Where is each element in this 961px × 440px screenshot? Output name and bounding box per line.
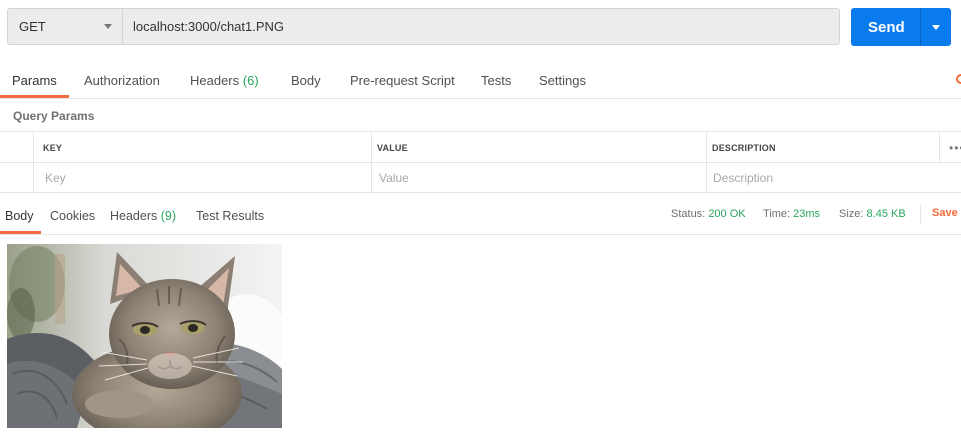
size-label: Size:: [839, 208, 864, 220]
status-value: 200 OK: [708, 208, 746, 220]
tab-count: (6): [242, 73, 259, 88]
tab-label: Params: [12, 73, 57, 88]
param-key-input[interactable]: [45, 163, 365, 192]
active-tab-indicator: [0, 95, 69, 98]
url-input[interactable]: [124, 9, 838, 44]
tab-label: Headers: [190, 73, 240, 88]
tab-tests[interactable]: Tests: [481, 73, 511, 88]
tab-settings[interactable]: Settings: [539, 73, 586, 88]
cookies-icon[interactable]: [956, 74, 961, 85]
tab-count: (9): [160, 209, 177, 223]
tab-params[interactable]: Params: [12, 73, 57, 88]
send-button[interactable]: Send: [851, 8, 951, 46]
more-horizontal-icon[interactable]: •••: [949, 141, 961, 155]
chevron-down-icon[interactable]: [932, 25, 940, 30]
tab-body[interactable]: Body: [291, 73, 321, 88]
method-select[interactable]: GET: [8, 9, 123, 44]
divider: [920, 204, 921, 224]
status-label: Status:: [671, 208, 706, 220]
time-label: Time:: [763, 208, 791, 220]
tab-label: Settings: [539, 73, 586, 88]
save-response-button[interactable]: Save: [932, 207, 958, 219]
response-tab-body[interactable]: Body: [5, 209, 34, 223]
time-meta: Time: 23ms: [763, 208, 820, 220]
send-divider: [920, 8, 921, 46]
query-params-title: Query Params: [13, 109, 95, 123]
method-label: GET: [19, 19, 46, 34]
column-divider: [939, 132, 940, 162]
active-tab-indicator: [0, 231, 41, 234]
tab-label: Tests: [481, 73, 512, 88]
time-value: 23ms: [793, 208, 821, 220]
response-image: [7, 244, 282, 428]
tab-pre-request-script[interactable]: Pre-request Script: [350, 73, 455, 88]
tab-headers[interactable]: Headers (6): [190, 73, 259, 88]
tab-label: Body: [291, 73, 321, 88]
tab-label: Cookies: [50, 209, 96, 223]
tab-label: Headers: [110, 209, 158, 223]
request-bar: GET Send: [0, 0, 961, 58]
column-header-description: DESCRIPTION: [712, 143, 776, 153]
response-tab-cookies[interactable]: Cookies: [50, 209, 95, 223]
status-meta: Status: 200 OK: [671, 208, 746, 220]
response-bar: Body Cookies Headers (9) Test Results St…: [0, 194, 961, 235]
tab-label: Body: [5, 209, 34, 223]
query-params-table: KEY VALUE DESCRIPTION •••: [0, 131, 961, 193]
response-tab-headers[interactable]: Headers (9): [110, 209, 176, 223]
column-header-value: VALUE: [377, 143, 408, 153]
chevron-down-icon: [104, 24, 112, 29]
tab-label: Pre-request Script: [350, 73, 455, 88]
request-url-group: GET: [7, 8, 840, 45]
tab-label: Test Results: [196, 209, 265, 223]
param-description-input[interactable]: [713, 163, 953, 192]
send-label: Send: [868, 19, 905, 36]
param-value-input[interactable]: [379, 163, 699, 192]
response-tab-test-results[interactable]: Test Results: [196, 209, 264, 223]
tab-authorization[interactable]: Authorization: [84, 73, 160, 88]
column-header-key: KEY: [43, 143, 63, 153]
size-meta: Size: 8.45 KB: [839, 208, 906, 220]
tab-label: Authorization: [84, 73, 160, 88]
size-value: 8.45 KB: [866, 208, 906, 220]
request-tabs: Params Authorization Headers (6) Body Pr…: [0, 63, 961, 99]
